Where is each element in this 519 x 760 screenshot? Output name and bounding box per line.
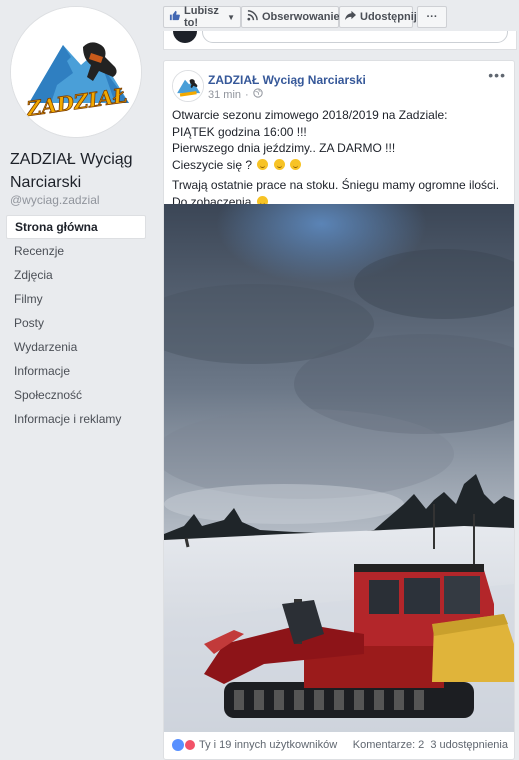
zadzial-logo <box>173 71 203 101</box>
sidebar-item-community[interactable]: Społeczność <box>6 383 146 407</box>
profile-picture[interactable]: ZADZIAŁ <box>10 6 142 138</box>
reactions-summary[interactable]: Ty i 19 innych użytkowników <box>172 739 337 751</box>
thumbs-up-icon <box>169 10 180 24</box>
post-body: Otwarcie sezonu zimowego 2018/2019 na Za… <box>172 107 508 210</box>
sidebar-item-photos[interactable]: Zdjęcia <box>6 263 146 287</box>
sidebar-item-about[interactable]: Informacje <box>6 359 146 383</box>
page-handle: @wyciag.zadzial <box>10 193 100 207</box>
shares-count-link[interactable]: 3 udostępnienia <box>430 739 508 751</box>
smile-emoji-icon <box>290 158 302 170</box>
post-line: Otwarcie sezonu zimowego 2018/2019 na Za… <box>172 108 448 122</box>
comment-input[interactable] <box>202 31 508 43</box>
post-card: ZADZIAŁ Wyciąg Narciarski 31 min · ••• O… <box>163 60 515 760</box>
left-column: ZADZIAŁ ZADZIAŁ Wyciąg Narciarski @wycia… <box>0 0 152 750</box>
share-arrow-icon <box>345 10 356 24</box>
sidebar-item-posts[interactable]: Posty <box>6 311 146 335</box>
post-timestamp[interactable]: 31 min · <box>208 88 263 101</box>
previous-post-comment-box <box>163 31 517 50</box>
rss-icon <box>247 10 258 24</box>
sidebar-item-videos[interactable]: Filmy <box>6 287 146 311</box>
comments-count-link[interactable]: Komentarze: 2 <box>353 739 425 751</box>
post-stats: Komentarze: 2 3 udostępnienia <box>353 739 508 751</box>
sidebar-item-home[interactable]: Strona główna <box>6 215 146 239</box>
avatar <box>173 31 197 43</box>
love-reaction-icon <box>184 739 196 751</box>
sidebar-item-info-ads[interactable]: Informacje i reklamy <box>6 407 146 431</box>
more-options-button[interactable]: ··· <box>417 6 447 28</box>
post-line: PIĄTEK godzina 16:00 !!! <box>172 124 307 139</box>
post-line: Pierwszego dnia jeździmy.. ZA DARMO !!! <box>172 141 396 155</box>
post-line: Cieszycie się ? <box>172 157 508 174</box>
page-action-bar: Lubisz to! ▼ Obserwowanie ▼ Udostępnij ·… <box>163 5 447 29</box>
globe-icon <box>253 88 263 101</box>
sidebar-item-events[interactable]: Wydarzenia <box>6 335 146 359</box>
like-page-button[interactable]: Lubisz to! ▼ <box>163 5 241 29</box>
post-author-avatar[interactable] <box>172 70 204 102</box>
ski-slope-groomer-photo <box>164 204 514 732</box>
post-author-name[interactable]: ZADZIAŁ Wyciąg Narciarski <box>208 73 366 87</box>
smile-emoji-icon <box>273 158 285 170</box>
more-dots-icon: ··· <box>426 11 438 23</box>
smile-emoji-icon <box>257 158 269 170</box>
sidebar-nav: Strona główna Recenzje Zdjęcia Filmy Pos… <box>6 215 146 431</box>
post-options-icon[interactable]: ••• <box>488 67 506 83</box>
following-button[interactable]: Obserwowanie ▼ <box>241 6 352 28</box>
page-name[interactable]: ZADZIAŁ Wyciąg Narciarski <box>10 148 150 194</box>
post-photo[interactable] <box>164 204 514 732</box>
post-footer: Ty i 19 innych użytkowników Komentarze: … <box>172 739 508 751</box>
zadzial-logo: ZADZIAŁ <box>11 7 141 137</box>
chevron-down-icon: ▼ <box>227 12 235 22</box>
sidebar-item-reviews[interactable]: Recenzje <box>6 239 146 263</box>
like-reaction-icon <box>172 739 184 751</box>
share-button[interactable]: Udostępnij <box>339 6 417 28</box>
